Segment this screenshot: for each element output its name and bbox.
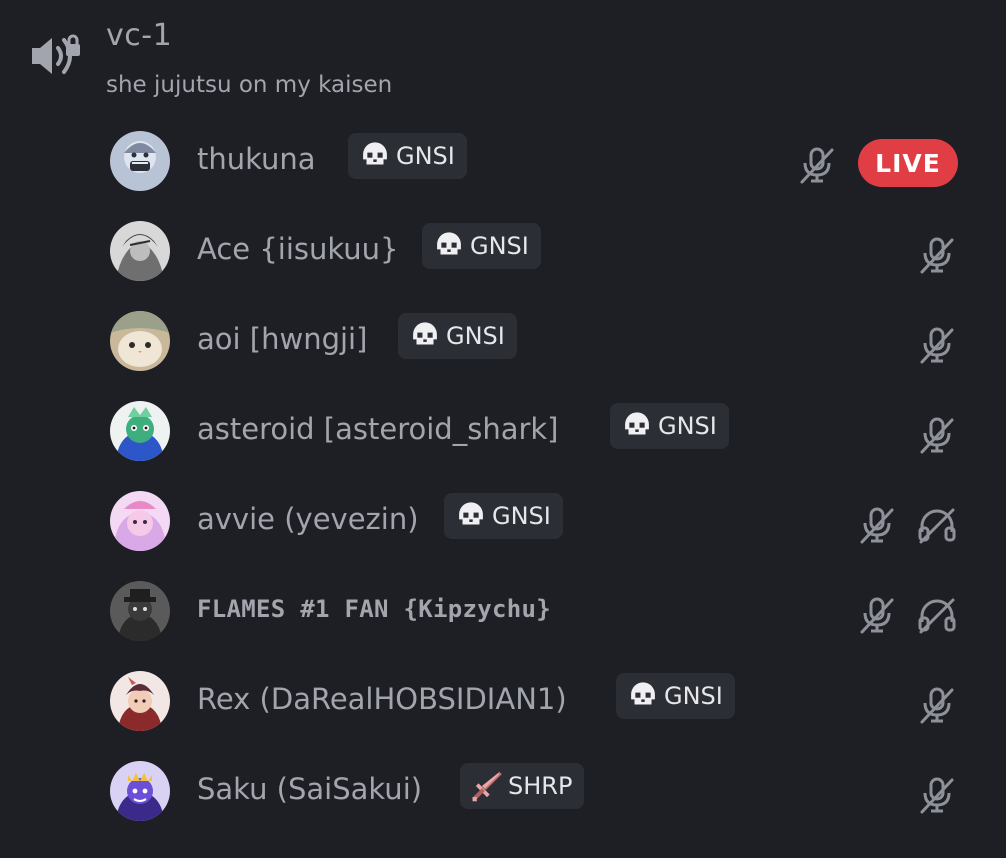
- voice-user-row[interactable]: aoi [hwngji] GNSI: [96, 302, 976, 380]
- tag-label: GNSI: [396, 142, 455, 170]
- voice-user-list: thukuna GNSI LIVE Ace {iisukuu} GNSI aoi…: [0, 0, 1006, 858]
- user-name: avvie (yevezin): [197, 502, 419, 536]
- voice-user-row[interactable]: Ace {iisukuu} GNSI: [96, 212, 976, 290]
- skull-icon: [459, 502, 483, 528]
- voice-user-row[interactable]: Rex (DaRealHOBSIDIAN1) GNSI: [96, 662, 976, 740]
- user-name: Rex (DaRealHOBSIDIAN1): [197, 682, 567, 716]
- tag-label: SHRP: [508, 772, 573, 800]
- tag-label: GNSI: [658, 412, 717, 440]
- mic-muted-icon: [860, 507, 894, 544]
- voice-user-row[interactable]: avvie (yevezin) GNSI: [96, 482, 976, 560]
- avatar[interactable]: [110, 131, 170, 191]
- user-tag: GNSI: [348, 133, 467, 179]
- mic-muted-icon: [920, 417, 954, 454]
- avatar[interactable]: [110, 671, 170, 731]
- voice-user-row[interactable]: asteroid [asteroid_shark] GNSI: [96, 392, 976, 470]
- tag-label: GNSI: [492, 502, 551, 530]
- skull-icon: [625, 412, 649, 438]
- headphones-deafened-icon: [918, 508, 956, 544]
- avatar[interactable]: [110, 221, 170, 281]
- skull-icon: [437, 232, 461, 258]
- sword-icon: [472, 771, 502, 802]
- mic-muted-icon: [920, 687, 954, 724]
- tag-label: GNSI: [446, 322, 505, 350]
- avatar[interactable]: [110, 491, 170, 551]
- skull-icon: [631, 682, 655, 708]
- avatar[interactable]: [110, 311, 170, 371]
- mic-muted-icon: [860, 597, 894, 634]
- user-tag: GNSI: [422, 223, 541, 269]
- mic-muted-icon: [920, 327, 954, 364]
- mic-muted-icon: [920, 237, 954, 274]
- voice-user-row[interactable]: FLAMES #1 FAN {Kipzychu}: [96, 572, 976, 650]
- user-name: asteroid [asteroid_shark]: [197, 412, 559, 446]
- user-tag: GNSI: [444, 493, 563, 539]
- skull-icon: [413, 322, 437, 348]
- user-name: thukuna: [197, 142, 316, 176]
- avatar[interactable]: [110, 761, 170, 821]
- voice-user-row[interactable]: Saku (SaiSakui) SHRP: [96, 752, 976, 830]
- user-tag: GNSI: [610, 403, 729, 449]
- live-badge[interactable]: LIVE: [858, 139, 958, 187]
- skull-icon: [363, 142, 387, 168]
- voice-user-row[interactable]: thukuna GNSI LIVE: [96, 122, 976, 200]
- user-name: aoi [hwngji]: [197, 322, 368, 356]
- avatar[interactable]: [110, 581, 170, 641]
- mic-muted-icon: [800, 147, 834, 184]
- mic-muted-icon: [920, 777, 954, 814]
- user-name: Saku (SaiSakui): [197, 772, 423, 806]
- user-name: Ace {iisukuu}: [197, 232, 399, 266]
- user-tag: GNSI: [616, 673, 735, 719]
- tag-label: GNSI: [470, 232, 529, 260]
- headphones-deafened-icon: [918, 598, 956, 634]
- tag-label: GNSI: [664, 682, 723, 710]
- user-tag: SHRP: [460, 763, 585, 809]
- avatar[interactable]: [110, 401, 170, 461]
- user-name: FLAMES #1 FAN {Kipzychu}: [197, 595, 551, 623]
- user-tag: GNSI: [398, 313, 517, 359]
